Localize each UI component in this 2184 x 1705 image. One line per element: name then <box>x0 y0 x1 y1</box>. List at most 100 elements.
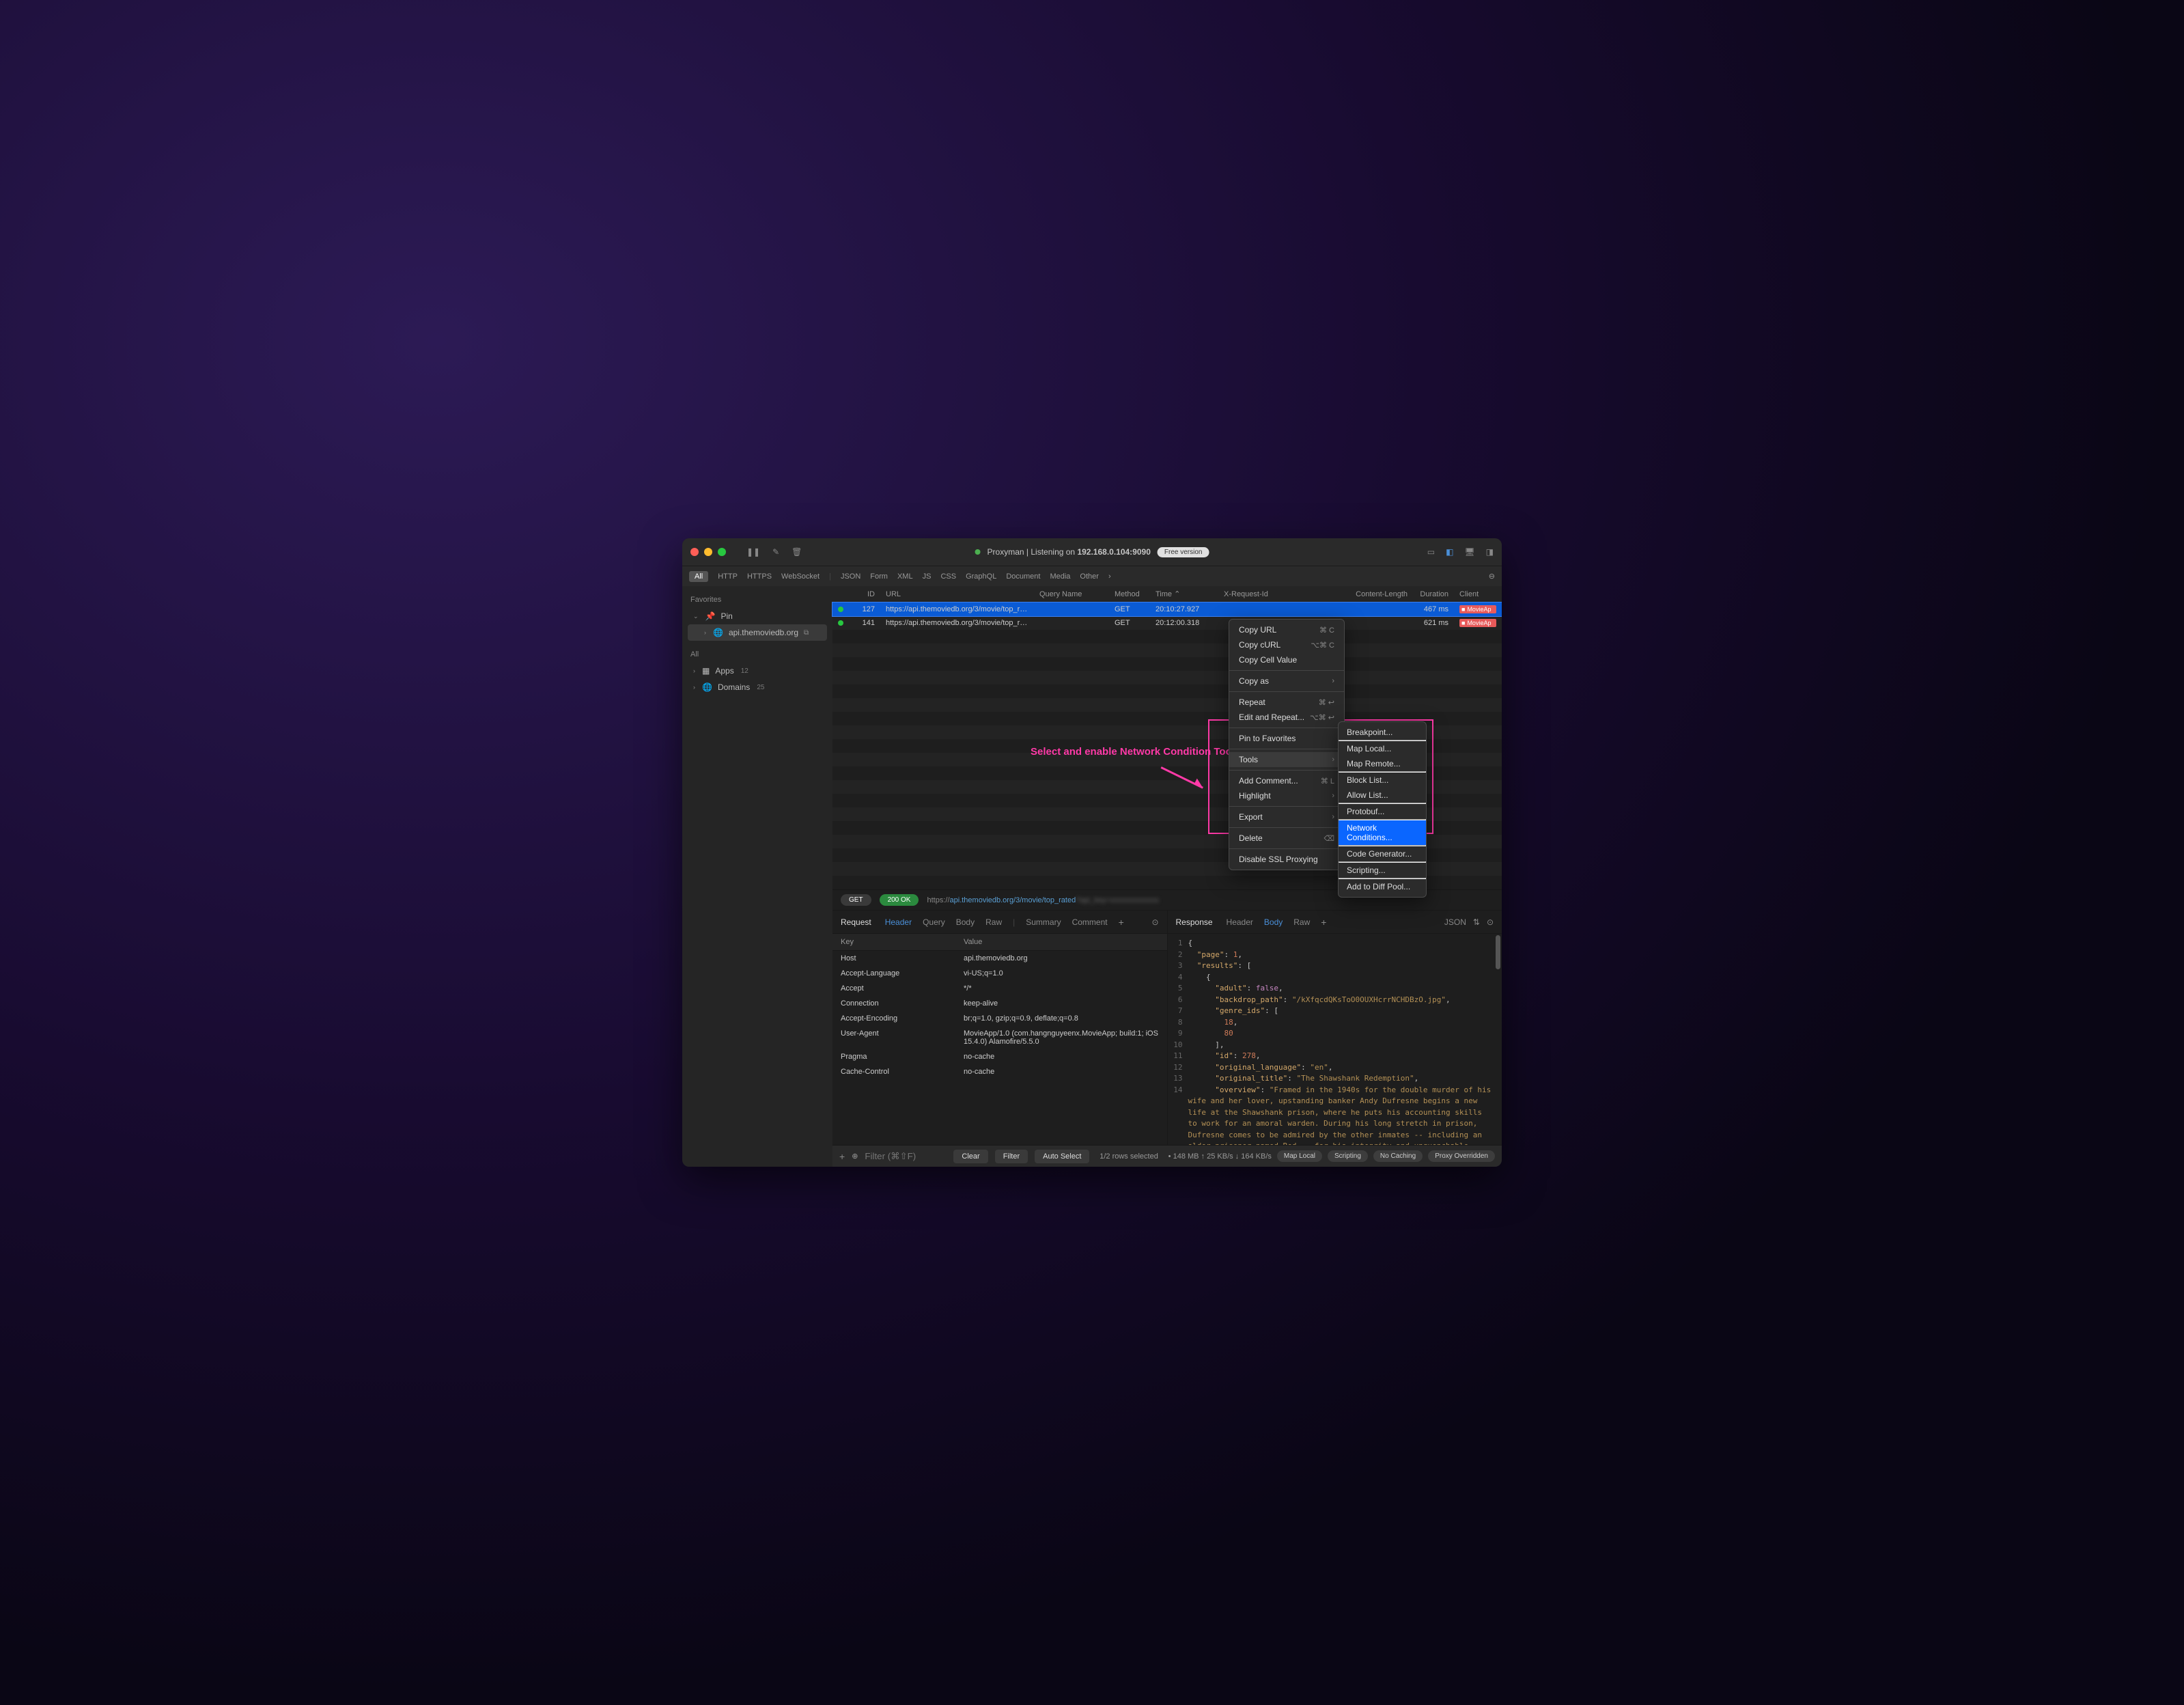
filter-other[interactable]: Other <box>1080 572 1099 581</box>
header-row[interactable]: Hostapi.themoviedb.org <box>832 951 1167 966</box>
columns-icon[interactable]: ◧ <box>1446 547 1453 557</box>
col-id[interactable]: ID <box>846 590 880 598</box>
tab-header[interactable]: Header <box>1227 917 1253 927</box>
header-row[interactable]: Accept*/* <box>832 981 1167 996</box>
tab-query[interactable]: Query <box>923 917 945 927</box>
context-menu[interactable]: Copy URL⌘ C Copy cURL⌥⌘ C Copy Cell Valu… <box>1229 619 1345 870</box>
filter-media[interactable]: Media <box>1050 572 1070 581</box>
mi-copy-url[interactable]: Copy URL⌘ C <box>1229 622 1344 637</box>
sidebar-domains[interactable]: › 🌐 Domains 25 <box>688 679 827 695</box>
col-content-length[interactable]: Content-Length <box>1345 590 1413 598</box>
sidebar-pinned-domain[interactable]: › 🌐 api.themoviedb.org ⧉ <box>688 624 827 641</box>
chevron-right-icon[interactable]: › <box>1108 572 1111 581</box>
col-time[interactable]: Time ⌃ <box>1150 590 1218 598</box>
filter-https[interactable]: HTTPS <box>747 572 772 581</box>
json-viewer[interactable]: 1{2 "page": 1,3 "results": [4 {5 "adult"… <box>1168 934 1502 1145</box>
header-row[interactable]: User-AgentMovieApp/1.0 (com.hangnguyeenx… <box>832 1026 1167 1049</box>
mi-map-remote[interactable]: Map Remote... <box>1339 756 1426 771</box>
mi-pin[interactable]: Pin to Favorites <box>1229 731 1344 746</box>
tab-raw[interactable]: Raw <box>1293 917 1310 927</box>
tab-comment[interactable]: Comment <box>1072 917 1108 927</box>
pill-scripting[interactable]: Scripting <box>1328 1150 1368 1162</box>
pill-proxy-overridden[interactable]: Proxy Overridden <box>1428 1150 1495 1162</box>
window-icon[interactable]: ▭ <box>1427 547 1435 557</box>
filter-json[interactable]: JSON <box>841 572 860 581</box>
tab-body[interactable]: Body <box>956 917 975 927</box>
tools-submenu[interactable]: Breakpoint... Map Local... Map Remote...… <box>1338 721 1427 898</box>
col-duration[interactable]: Duration <box>1413 590 1454 598</box>
trash-icon[interactable]: 🗑 <box>792 547 802 557</box>
format-label[interactable]: JSON <box>1444 917 1466 927</box>
mi-network-conditions[interactable]: Network Conditions... <box>1339 820 1426 845</box>
filter-document[interactable]: Document <box>1006 572 1040 581</box>
col-query-name[interactable]: Query Name <box>1034 590 1109 598</box>
sidebar-pin-group[interactable]: ⌄ 📌 Pin <box>688 608 827 624</box>
expand-icon[interactable]: ⊙ <box>1151 917 1158 927</box>
filter-http[interactable]: HTTP <box>718 572 738 581</box>
mi-add-comment[interactable]: Add Comment...⌘ L <box>1229 773 1344 788</box>
minus-circle-icon[interactable]: ⊖ <box>1489 572 1495 581</box>
mi-add-diff-pool[interactable]: Add to Diff Pool... <box>1339 879 1426 894</box>
filter-graphql[interactable]: GraphQL <box>966 572 996 581</box>
monitor-icon[interactable]: 🖥 <box>1464 547 1474 557</box>
pill-no-caching[interactable]: No Caching <box>1373 1150 1423 1162</box>
zoom-icon[interactable] <box>718 548 726 556</box>
tab-body[interactable]: Body <box>1264 917 1283 927</box>
table-row[interactable]: 127 https://api.themoviedb.org/3/movie/t… <box>832 602 1502 616</box>
auto-select-button[interactable]: Auto Select <box>1035 1150 1089 1163</box>
sidebar-apps[interactable]: › ▦ Apps 12 <box>688 663 827 679</box>
plus-icon[interactable]: + <box>839 1151 845 1162</box>
plus-icon[interactable]: + <box>1119 917 1124 928</box>
expand-icon[interactable]: ⊙ <box>1487 917 1494 927</box>
mi-breakpoint[interactable]: Breakpoint... <box>1339 725 1426 740</box>
mi-code-generator[interactable]: Code Generator... <box>1339 846 1426 861</box>
header-row[interactable]: Connectionkeep-alive <box>832 996 1167 1011</box>
tab-header[interactable]: Header <box>885 917 912 927</box>
col-url[interactable]: URL <box>880 590 1034 598</box>
close-icon[interactable] <box>690 548 699 556</box>
mi-block-list[interactable]: Block List... <box>1339 773 1426 788</box>
chevron-up-down-icon[interactable]: ⇅ <box>1473 917 1480 927</box>
header-row[interactable]: Accept-Encodingbr;q=1.0, gzip;q=0.9, def… <box>832 1011 1167 1026</box>
table-row[interactable]: 141 https://api.themoviedb.org/3/movie/t… <box>832 616 1502 630</box>
mi-edit-repeat[interactable]: Edit and Repeat...⌥⌘ ↩ <box>1229 710 1344 725</box>
external-link-icon[interactable]: ⧉ <box>804 629 809 637</box>
sidebar-right-icon[interactable]: ◨ <box>1486 547 1494 557</box>
plus-icon[interactable]: + <box>1321 917 1326 928</box>
pill-map-local[interactable]: Map Local <box>1277 1150 1322 1162</box>
filter-js[interactable]: JS <box>923 572 932 581</box>
filter-websocket[interactable]: WebSocket <box>781 572 820 581</box>
col-method[interactable]: Method <box>1109 590 1150 598</box>
filter-form[interactable]: Form <box>870 572 888 581</box>
pause-icon[interactable]: ❚❚ <box>746 547 760 557</box>
header-row[interactable]: Cache-Controlno-cache <box>832 1064 1167 1079</box>
col-x-request-id[interactable]: X-Request-Id <box>1218 590 1345 598</box>
mi-delete[interactable]: Delete⌫ <box>1229 831 1344 846</box>
mi-protobuf[interactable]: Protobuf... <box>1339 804 1426 819</box>
mi-disable-ssl[interactable]: Disable SSL Proxying <box>1229 852 1344 867</box>
col-client[interactable]: Client <box>1454 590 1502 598</box>
clear-button[interactable]: Clear <box>953 1150 988 1163</box>
filter-input[interactable] <box>865 1151 947 1161</box>
filter-css[interactable]: CSS <box>940 572 956 581</box>
header-row[interactable]: Accept-Languagevi-US;q=1.0 <box>832 966 1167 981</box>
tab-summary[interactable]: Summary <box>1026 917 1061 927</box>
filter-button[interactable]: Filter <box>995 1150 1028 1163</box>
mi-allow-list[interactable]: Allow List... <box>1339 788 1426 803</box>
mi-copy-curl[interactable]: Copy cURL⌥⌘ C <box>1229 637 1344 652</box>
mi-highlight[interactable]: Highlight› <box>1229 788 1344 803</box>
mi-export[interactable]: Export› <box>1229 809 1344 824</box>
filter-xml[interactable]: XML <box>897 572 913 581</box>
mi-repeat[interactable]: Repeat⌘ ↩ <box>1229 695 1344 710</box>
mi-tools[interactable]: Tools› <box>1229 752 1344 767</box>
compose-icon[interactable]: ✎ <box>772 547 779 557</box>
filter-all[interactable]: All <box>689 571 708 582</box>
header-row[interactable]: Pragmano-cache <box>832 1049 1167 1064</box>
mi-map-local[interactable]: Map Local... <box>1339 741 1426 756</box>
mi-copy-as[interactable]: Copy as› <box>1229 674 1344 689</box>
filter-icon[interactable]: ⊕ <box>852 1152 858 1161</box>
mi-copy-cell[interactable]: Copy Cell Value <box>1229 652 1344 667</box>
minimize-icon[interactable] <box>704 548 712 556</box>
scrollbar-thumb[interactable] <box>1496 935 1500 969</box>
mi-scripting[interactable]: Scripting... <box>1339 863 1426 878</box>
